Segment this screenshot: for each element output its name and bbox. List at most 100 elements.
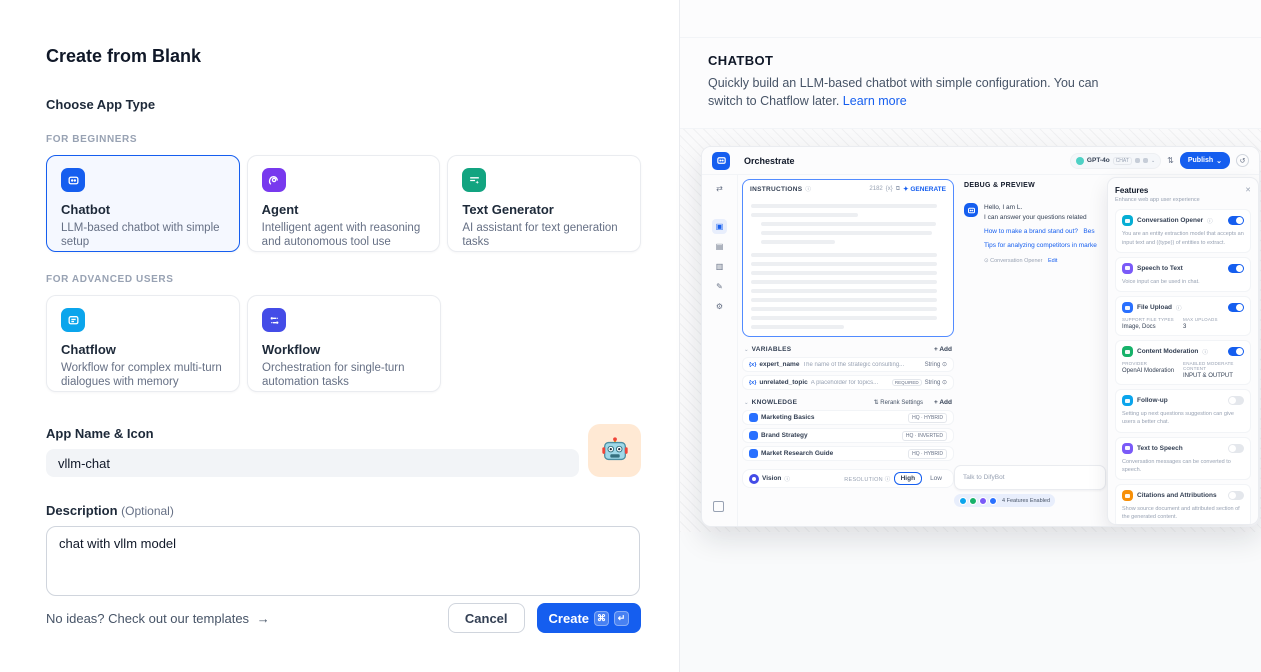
cmd-key-icon: ⌘: [594, 611, 609, 626]
chevron-down-icon: ⌄: [1151, 158, 1155, 164]
shot-topbar: Orchestrate GPT-4o CHAT ⌄ ⇅ Publish: [702, 147, 1259, 175]
preview-header: CHATBOT Quickly build an LLM-based chatb…: [680, 38, 1261, 129]
advanced-section-label: FOR ADVANCED USERS: [46, 274, 641, 285]
create-button[interactable]: Create ⌘ ↵: [537, 603, 641, 633]
advanced-cards: Chatflow Workflow for complex multi-turn…: [46, 295, 641, 392]
app-name-input[interactable]: [46, 449, 579, 477]
toggle-switch[interactable]: [1228, 444, 1244, 453]
sidebar-document-icon[interactable]: ▥: [712, 259, 727, 274]
vision-eye-icon: [749, 474, 759, 484]
cancel-button[interactable]: Cancel: [448, 603, 525, 633]
preview-heading: CHATBOT: [708, 53, 1233, 68]
resolution-low-button[interactable]: Low: [925, 473, 947, 484]
app-type-card-workflow[interactable]: Workflow Orchestration for single-turn a…: [247, 295, 441, 392]
add-variable-button[interactable]: + Add: [934, 346, 952, 353]
toggle-switch[interactable]: [1228, 303, 1244, 312]
chat-input[interactable]: Talk to DifyBot: [954, 465, 1106, 490]
char-count: 2182: [869, 186, 882, 192]
generate-button[interactable]: ✦ GENERATE: [903, 185, 946, 193]
variable-row[interactable]: {x} expert_name The name of the strategi…: [742, 357, 954, 372]
beginner-cards: Chatbot LLM-based chatbot with simple se…: [46, 155, 641, 252]
knowledge-doc-icon: [749, 449, 758, 458]
suggestion-link[interactable]: How to make a brand stand out? Bes: [984, 227, 1097, 237]
preview-top-strip: [680, 0, 1261, 38]
orchestrate-screenshot: Orchestrate GPT-4o CHAT ⌄ ⇅ Publish: [701, 146, 1260, 527]
resolution-high-button[interactable]: High: [894, 472, 922, 485]
choose-app-type-label: Choose App Type: [46, 97, 641, 112]
text-to-speech-icon: [1122, 443, 1133, 454]
variable-type: String ⊙: [925, 379, 947, 386]
knowledge-tag: HQ · HYBRID: [908, 413, 947, 423]
sidebar-chat-icon[interactable]: ▣: [712, 219, 727, 234]
description-textarea[interactable]: [46, 526, 640, 596]
history-icon[interactable]: ↺: [1236, 154, 1249, 167]
app-icon-picker[interactable]: [588, 424, 641, 477]
toggle-switch[interactable]: [1228, 216, 1244, 225]
feature-dot-icon: [989, 497, 997, 505]
app-type-card-chatbot[interactable]: Chatbot LLM-based chatbot with simple se…: [46, 155, 240, 252]
feature-card-citations: Citations and Attributions Show source d…: [1115, 484, 1251, 525]
follow-up-icon: [1122, 395, 1133, 406]
variable-braces-icon[interactable]: {x}: [886, 186, 893, 192]
model-mode-badge: CHAT: [1113, 157, 1132, 165]
model-option-icon: [1135, 158, 1140, 163]
create-app-modal: Create from Blank Choose App Type FOR BE…: [0, 0, 1261, 672]
chevron-down-icon[interactable]: ⌄: [744, 400, 749, 406]
app-type-card-text-generator[interactable]: Text Generator AI assistant for text gen…: [447, 155, 641, 252]
learn-more-link[interactable]: Learn more: [843, 94, 907, 108]
arrow-right-icon: →: [257, 611, 270, 626]
shot-app-icon: [712, 152, 730, 170]
instructions-panel[interactable]: INSTRUCTIONS ⓘ 2182 {x} ⧉ ✦ GENERATE: [742, 179, 954, 337]
required-badge: REQUIRED: [892, 379, 922, 386]
close-icon[interactable]: ✕: [1245, 186, 1251, 194]
sidebar-gear-icon[interactable]: ⚙: [712, 299, 727, 314]
toggle-switch[interactable]: [1228, 347, 1244, 356]
templates-link[interactable]: No ideas? Check out our templates →: [46, 611, 270, 626]
page-title: Create from Blank: [46, 46, 641, 67]
info-icon: ⓘ: [1202, 348, 1208, 356]
speech-to-text-icon: [1122, 263, 1133, 274]
variable-row[interactable]: {x} unrelated_topic A placeholder for to…: [742, 375, 954, 390]
features-enabled-badge[interactable]: 4 Features Enabled: [954, 494, 1055, 507]
info-icon: ⓘ: [1176, 304, 1182, 312]
bot-avatar-icon: [964, 203, 978, 217]
enter-key-icon: ↵: [614, 611, 629, 626]
knowledge-row[interactable]: Brand Strategy HQ · INVERTED: [742, 428, 954, 443]
edit-link[interactable]: Edit: [1048, 258, 1057, 264]
feature-card-follow-up: Follow-up Setting up next questions sugg…: [1115, 389, 1251, 433]
publish-button[interactable]: Publish ⌄: [1180, 152, 1230, 169]
instructions-skeleton: [743, 198, 953, 337]
knowledge-doc-icon: [749, 413, 758, 422]
model-selector[interactable]: GPT-4o CHAT ⌄: [1070, 153, 1161, 169]
sidebar-note-icon[interactable]: ✎: [712, 279, 727, 294]
model-settings-icon[interactable]: ⇅: [1167, 156, 1174, 165]
app-type-card-agent[interactable]: Agent Intelligent agent with reasoning a…: [247, 155, 441, 252]
feature-dot-icon: [969, 497, 977, 505]
vision-row: Vision ⓘ RESOLUTION ⓘ High Low: [742, 469, 954, 488]
citations-icon: [1122, 490, 1133, 501]
toggle-switch[interactable]: [1228, 396, 1244, 405]
toggle-switch[interactable]: [1228, 491, 1244, 500]
app-type-desc: LLM-based chatbot with simple setup: [61, 221, 225, 250]
app-type-card-chatflow[interactable]: Chatflow Workflow for complex multi-turn…: [46, 295, 240, 392]
add-knowledge-button[interactable]: + Add: [934, 399, 952, 406]
copy-icon[interactable]: ⧉: [896, 186, 900, 193]
chevron-down-icon[interactable]: ⌄: [744, 347, 749, 353]
app-name-label: App Name & Icon: [46, 426, 641, 441]
robot-emoji-icon: [600, 436, 630, 466]
config-column: INSTRUCTIONS ⓘ 2182 {x} ⧉ ✦ GENERATE: [742, 179, 954, 488]
sidebar-collapse-icon[interactable]: [713, 501, 724, 512]
feature-card-conversation-opener: Conversation Opener ⓘ You are an entity …: [1115, 209, 1251, 253]
knowledge-row[interactable]: Marketing Basics HQ · HYBRID: [742, 410, 954, 425]
text-generator-icon: [462, 168, 486, 192]
model-name: GPT-4o: [1087, 157, 1110, 164]
rerank-settings-button[interactable]: ⇅ Rerank Settings: [874, 399, 923, 406]
toggle-switch[interactable]: [1228, 264, 1244, 273]
swap-icon[interactable]: ⇄: [712, 181, 727, 196]
suggestion-link[interactable]: Tips for analyzing competitors in marke: [984, 241, 1097, 251]
app-type-desc: Intelligent agent with reasoning and aut…: [262, 221, 426, 250]
preview-footer-area: [680, 532, 1261, 672]
chatflow-icon: [61, 308, 85, 332]
knowledge-row[interactable]: Market Research Guide HQ · HYBRID: [742, 446, 954, 461]
sidebar-image-icon[interactable]: ▤: [712, 239, 727, 254]
